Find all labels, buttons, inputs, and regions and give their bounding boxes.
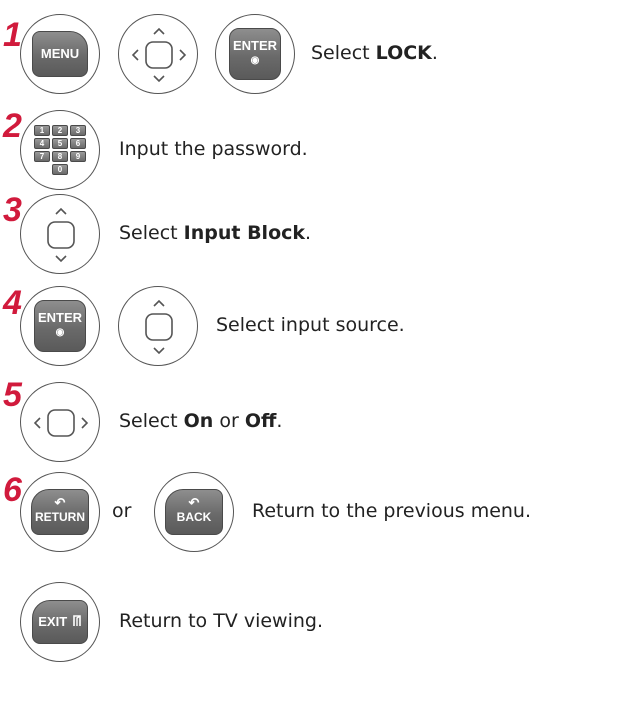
step-3-text: Select Input Block.	[119, 222, 312, 244]
exit-button-circle[interactable]: EXIT	[20, 582, 100, 662]
enter-button-circle-4[interactable]: ENTER ◉	[20, 286, 100, 366]
nav-pad-circle-4[interactable]	[118, 286, 198, 366]
step-5-text: Select On or Off.	[119, 410, 283, 432]
back-arrow-icon: ↶	[188, 495, 200, 510]
return-button[interactable]: ↶ RETURN	[31, 489, 89, 535]
navigation-pad-icon[interactable]	[119, 15, 199, 95]
nav-pad-circle-5[interactable]	[20, 382, 100, 462]
menu-button[interactable]: MENU	[32, 31, 88, 77]
enter-label: ENTER	[232, 38, 278, 53]
navigation-updown-icon[interactable]	[21, 195, 101, 275]
or-text: or	[112, 500, 132, 522]
step-7-text: Return to TV viewing.	[119, 610, 324, 632]
enter-button-circle[interactable]: ENTER ◉	[215, 14, 295, 94]
step-2-text: Input the password.	[119, 138, 308, 160]
numpad-circle[interactable]: 123 456 789 0	[20, 110, 100, 190]
enter-dot-icon: ◉	[55, 327, 65, 338]
step-6-number: 6	[3, 471, 22, 509]
navigation-updown-icon[interactable]	[119, 287, 199, 367]
return-button-circle[interactable]: ↶ RETURN	[20, 472, 100, 552]
exit-label: EXIT	[38, 614, 68, 629]
return-arrow-icon: ↶	[54, 495, 66, 510]
nav-pad-circle[interactable]	[118, 14, 198, 94]
step-2-number: 2	[3, 107, 22, 145]
return-label: RETURN	[35, 510, 85, 524]
step-3-number: 3	[3, 191, 22, 229]
back-button-circle[interactable]: ↶ BACK	[154, 472, 234, 552]
enter-button[interactable]: ENTER ◉	[229, 28, 281, 80]
menu-button-circle[interactable]: MENU	[20, 14, 100, 94]
step-1-number: 1	[3, 16, 22, 54]
step-4-number: 4	[3, 284, 22, 322]
enter-button[interactable]: ENTER ◉	[34, 300, 86, 352]
exit-button[interactable]: EXIT	[32, 600, 88, 644]
back-button[interactable]: ↶ BACK	[165, 489, 223, 535]
enter-label: ENTER	[37, 310, 83, 325]
step-4-text: Select input source.	[216, 314, 405, 336]
back-label: BACK	[176, 510, 212, 524]
enter-dot-icon: ◉	[250, 55, 260, 66]
numpad-icon[interactable]: 123 456 789 0	[31, 125, 89, 177]
nav-pad-circle-3[interactable]	[20, 194, 100, 274]
step-6-text: Return to the previous menu.	[252, 500, 532, 522]
step-5-number: 5	[3, 376, 22, 414]
exit-door-icon	[72, 615, 81, 626]
navigation-leftright-icon[interactable]	[21, 383, 101, 463]
step-1-text: Select LOCK.	[311, 42, 438, 64]
